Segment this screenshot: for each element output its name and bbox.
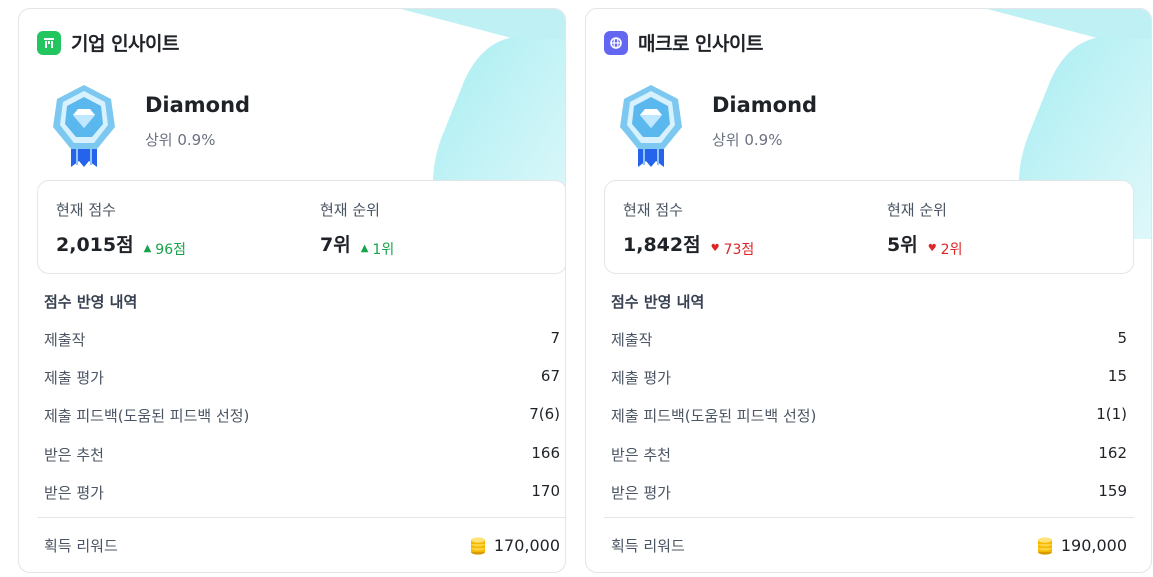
- history-value: 7(6): [529, 405, 560, 423]
- rank-delta-value: 2위: [940, 241, 963, 258]
- current-score: 현재 점수 2,015점 ▲ 96점: [56, 199, 186, 259]
- diamond-badge-icon: [620, 85, 682, 167]
- down-heart-icon: ♥: [710, 243, 720, 254]
- corporate-insight-card: 기업 인사이트 Diamond 상위 0.9% 현재 점수 2,015점 ▲ 9…: [18, 8, 566, 573]
- macro-insight-card: 매크로 인사이트 Diamond 상위 0.9% 현재 점수 1,842점 ♥ …: [585, 8, 1152, 573]
- reward-value: 170,000: [493, 536, 560, 555]
- score-summary-box: 현재 점수 2,015점 ▲ 96점 현재 순위 7위 ▲ 1위: [37, 180, 565, 274]
- history-label: 받은 추천: [44, 446, 104, 464]
- history-value: 159: [1098, 482, 1127, 500]
- history-value: 7: [550, 329, 560, 347]
- score-delta: ♥ 73점: [711, 239, 755, 259]
- score-delta: ▲ 96점: [144, 239, 186, 259]
- coin-stack-icon: [1037, 536, 1052, 555]
- card-title: 매크로 인사이트: [638, 33, 763, 55]
- current-rank-label: 현재 순위: [887, 201, 947, 219]
- history-label: 받은 평가: [44, 484, 104, 502]
- tier-percentile: 상위 0.9%: [145, 131, 216, 149]
- reward-value: 190,000: [1060, 536, 1127, 555]
- divider: [37, 517, 565, 518]
- current-score-label: 현재 점수: [623, 201, 683, 219]
- history-label: 제출작: [44, 331, 86, 349]
- reward-label: 획득 리워드: [611, 537, 685, 555]
- history-row: 받은 추천 166: [44, 444, 560, 464]
- current-rank-label: 현재 순위: [320, 201, 380, 219]
- history-value: 162: [1098, 444, 1127, 462]
- history-value: 67: [540, 367, 560, 385]
- score-history-title: 점수 반영 내역: [611, 293, 705, 311]
- coin-stack-icon: [470, 536, 485, 555]
- history-label: 제출 평가: [44, 369, 104, 387]
- history-label: 제출 평가: [611, 369, 671, 387]
- card-title: 기업 인사이트: [71, 33, 180, 55]
- history-value: 166: [531, 444, 560, 462]
- history-label: 제출작: [611, 331, 653, 349]
- current-rank: 현재 순위 5위 ♥ 2위: [887, 199, 962, 259]
- current-score-value: 2,015점: [56, 234, 134, 256]
- score-summary-box: 현재 점수 1,842점 ♥ 73점 현재 순위 5위 ♥ 2위: [604, 180, 1134, 274]
- history-value: 15: [1107, 367, 1127, 385]
- up-arrow-icon: ▲: [360, 243, 369, 254]
- reward-row: 획득 리워드 170,000: [44, 535, 560, 556]
- diamond-badge-icon: [53, 85, 115, 167]
- down-heart-icon: ♥: [927, 243, 937, 254]
- score-delta-value: 73점: [723, 241, 755, 258]
- history-label: 받은 추천: [611, 446, 671, 464]
- current-rank: 현재 순위 7위 ▲ 1위: [320, 199, 394, 259]
- score-delta-value: 96점: [155, 241, 186, 258]
- history-row: 받은 평가 170: [44, 482, 560, 502]
- score-history-title: 점수 반영 내역: [44, 293, 138, 311]
- history-row: 받은 평가 159: [611, 482, 1127, 502]
- current-score-value: 1,842점: [623, 234, 701, 256]
- card-header: 기업 인사이트: [37, 29, 180, 56]
- history-row: 제출 평가 67: [44, 367, 560, 387]
- history-value: 170: [531, 482, 560, 500]
- history-label: 받은 평가: [611, 484, 671, 502]
- history-row: 제출 피드백(도움된 피드백 선정) 7(6): [44, 405, 560, 425]
- globe-icon: [604, 30, 628, 55]
- history-row: 제출작 5: [611, 329, 1127, 349]
- history-row: 제출 평가 15: [611, 367, 1127, 387]
- up-arrow-icon: ▲: [143, 243, 152, 254]
- history-label: 제출 피드백(도움된 피드백 선정): [611, 407, 817, 425]
- current-score-label: 현재 점수: [56, 201, 116, 219]
- reward-row: 획득 리워드 190,000: [611, 535, 1127, 556]
- reward-label: 획득 리워드: [44, 537, 118, 555]
- history-label: 제출 피드백(도움된 피드백 선정): [44, 407, 250, 425]
- card-header: 매크로 인사이트: [604, 29, 763, 56]
- tier-name: Diamond: [145, 93, 251, 117]
- insight-panels: 기업 인사이트 Diamond 상위 0.9% 현재 점수 2,015점 ▲ 9…: [0, 0, 1153, 577]
- tier-percentile: 상위 0.9%: [712, 131, 783, 149]
- current-score: 현재 점수 1,842점 ♥ 73점: [623, 199, 754, 259]
- building-icon: [37, 30, 61, 55]
- tier-name: Diamond: [712, 93, 818, 117]
- history-value: 5: [1117, 329, 1127, 347]
- history-row: 제출 피드백(도움된 피드백 선정) 1(1): [611, 405, 1127, 425]
- history-row: 받은 추천 162: [611, 444, 1127, 464]
- rank-delta-value: 1위: [372, 241, 395, 258]
- current-rank-value: 5위: [887, 234, 918, 256]
- rank-delta: ♥ 2위: [928, 239, 963, 259]
- history-row: 제출작 7: [44, 329, 560, 349]
- divider: [604, 517, 1134, 518]
- rank-delta: ▲ 1위: [361, 239, 395, 259]
- history-value: 1(1): [1096, 405, 1127, 423]
- current-rank-value: 7위: [320, 234, 351, 256]
